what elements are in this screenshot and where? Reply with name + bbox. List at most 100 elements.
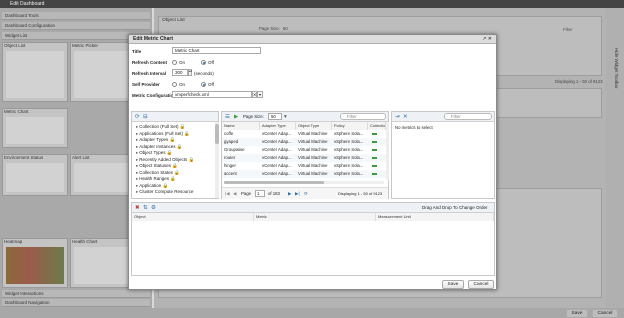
drag-drop-hint: Drag And Drop To Change Order: [422, 205, 488, 210]
lock-icon: 🔒: [179, 124, 186, 129]
collapse-all-icon[interactable]: ✕: [403, 114, 408, 120]
tree-item-label: Applications (Full Set): [139, 130, 184, 136]
collection-status-icon: [370, 154, 384, 162]
tree-item[interactable]: ▸Object Types 🔒: [136, 150, 172, 156]
cell-policy: vSphere Sola...: [334, 147, 364, 152]
cell-adapter-type: vCenter Adap...: [262, 131, 292, 136]
refresh-icon[interactable]: ⟳: [304, 191, 308, 197]
title-label: Title: [132, 49, 142, 54]
refresh-icon[interactable]: ⟳: [135, 114, 140, 120]
widget-metric-chart[interactable]: Metric Chart: [2, 108, 68, 148]
table-row[interactable]: hinger vCenter Adap... Virtual Machine v…: [222, 162, 386, 170]
selected-col-measurement-unit[interactable]: Measurement Unit: [376, 213, 494, 221]
background-displaying: Displaying 1 - 50 of 9123: [555, 79, 603, 84]
chevron-down-icon[interactable]: ▾: [257, 91, 263, 98]
tree-item[interactable]: ▸Application 🔒: [136, 183, 168, 189]
collection-status-icon: [370, 138, 384, 146]
section-dashboard-configuration[interactable]: Dashboard Configuration: [2, 22, 150, 30]
tree-item[interactable]: ▸Applications (Full Set) 🔒: [136, 131, 190, 137]
table-row[interactable]: router vCenter Adap... Virtual Machine v…: [222, 154, 386, 162]
object-tree-pane: ⟳ ⊟ ▸Collection (Full Set) 🔒 ▸Applicatio…: [131, 111, 219, 199]
save-button[interactable]: Save: [442, 280, 464, 289]
cell-name: accent: [224, 171, 237, 176]
filter-icon[interactable]: ▶: [234, 114, 238, 120]
section-dashboard-tools[interactable]: Dashboard Tools: [2, 12, 150, 20]
grid-scrollbar[interactable]: [386, 122, 389, 180]
tree-item[interactable]: ▸Object Statuses 🔒: [136, 163, 178, 169]
grid-col-object-type[interactable]: Object Type: [296, 122, 332, 130]
selected-col-metric[interactable]: Metric: [254, 213, 376, 221]
table-row[interactable]: coffe vCenter Adap... Virtual Machine vS…: [222, 130, 386, 138]
first-page-icon[interactable]: |◀: [225, 191, 230, 197]
list-icon[interactable]: ☰: [225, 114, 230, 120]
tree-item[interactable]: ▸Adapter Types 🔒: [136, 137, 175, 143]
tree-item[interactable]: ▸Health Ranges 🔒: [136, 176, 176, 182]
refresh-interval-unit: (seconds): [194, 71, 214, 76]
tree-item-label: Collection (Full Set): [139, 124, 179, 129]
table-row[interactable]: accent vCenter Adap... Virtual Machine v…: [222, 170, 386, 178]
title-input[interactable]: Metric Chart: [172, 47, 261, 54]
tree-item[interactable]: ▸Cluster Compute Resource: [136, 189, 194, 195]
grid-col-policy[interactable]: Policy: [332, 122, 368, 130]
no-metrics-message: No metrics to select: [395, 125, 433, 130]
cell-name: Groupwise: [224, 147, 245, 152]
section-dashboard-navigation[interactable]: Dashboard Navigation: [2, 299, 150, 307]
tree-item[interactable]: ▸Recently Added Objects 🔒: [136, 157, 194, 163]
tree-item[interactable]: ▸Collection (Full Set) 🔒: [136, 124, 185, 130]
widget-caption: Object List: [4, 43, 26, 48]
widget-health-chart[interactable]: Health Chart: [70, 238, 136, 288]
widget-environment-status[interactable]: Environment Status: [2, 154, 68, 196]
selected-col-object[interactable]: Object: [132, 213, 254, 221]
widget-heatmap[interactable]: Heatmap: [2, 238, 68, 288]
tree-item[interactable]: ▸Collection States 🔒: [136, 170, 180, 176]
settings-icon[interactable]: ⚙: [151, 205, 156, 211]
page-input[interactable]: 1: [255, 190, 265, 197]
footer-cancel-button[interactable]: Cancel: [592, 309, 618, 318]
grid-filter-input[interactable]: Filter: [340, 113, 386, 120]
table-row[interactable]: Groupwise vCenter Adap... Virtual Machin…: [222, 146, 386, 154]
refresh-interval-input[interactable]: 300: [172, 69, 188, 76]
grid-col-name[interactable]: Name: [222, 122, 260, 130]
self-provider-off-label: Off: [208, 82, 214, 87]
refresh-content-off-radio[interactable]: [201, 60, 206, 65]
widget-alert-list[interactable]: Alert List: [70, 154, 136, 196]
remove-icon[interactable]: ✖: [135, 205, 140, 211]
cell-object-type: Virtual Machine: [298, 139, 328, 144]
collapse-icon[interactable]: ⊟: [143, 114, 148, 120]
table-row[interactable]: gyaped vCenter Adap... Virtual Machine v…: [222, 138, 386, 146]
page-label: Page: [241, 191, 252, 196]
tree-scrollbar[interactable]: [215, 122, 219, 198]
collection-status-icon: [370, 130, 384, 138]
chevron-down-icon[interactable]: ▾: [284, 114, 287, 120]
grid-hscrollbar[interactable]: [224, 181, 384, 184]
grid-page-size-select[interactable]: 50: [268, 113, 282, 120]
move-icon[interactable]: ⇅: [143, 205, 148, 211]
footer-save-button[interactable]: Save: [566, 309, 588, 318]
section-widget-interactions[interactable]: Widget Interactions: [2, 290, 150, 298]
metric-configuration-select[interactable]: vmperfcheck.xml: [172, 91, 252, 98]
grid-col-collection-state[interactable]: Collection S: [368, 122, 386, 130]
expand-icon[interactable]: ⇥: [395, 114, 400, 120]
cell-object-type: Virtual Machine: [298, 147, 328, 152]
lock-icon: 🔒: [172, 163, 178, 168]
metrics-filter-input[interactable]: Filter: [444, 113, 492, 120]
widget-caption: Environment Status: [4, 155, 44, 160]
refresh-interval-spinner[interactable]: ▴▾: [188, 69, 192, 76]
next-page-icon[interactable]: ▶: [288, 191, 291, 197]
pin-icon[interactable]: ↗: [482, 36, 486, 42]
grid-col-adapter-type[interactable]: Adapter Type: [260, 122, 296, 130]
self-provider-off-radio[interactable]: [201, 82, 206, 87]
close-icon[interactable]: ✕: [488, 36, 492, 42]
dialog-controls: ↗ ✕: [482, 36, 492, 42]
self-provider-on-radio[interactable]: [172, 82, 177, 87]
cell-adapter-type: vCenter Adap...: [262, 163, 292, 168]
last-page-icon[interactable]: ▶|: [295, 191, 300, 197]
refresh-content-on-radio[interactable]: [172, 60, 177, 65]
tree-item[interactable]: ▸Adapter Instances 🔒: [136, 144, 182, 150]
hide-widget-toolbar-tab[interactable]: Hide Widget Toolbar: [611, 48, 619, 128]
widget-object-list[interactable]: Object List: [2, 42, 68, 102]
cancel-button[interactable]: Cancel: [468, 280, 494, 289]
prev-page-icon[interactable]: ◀: [233, 191, 236, 197]
widget-metric-picker[interactable]: Metric Picker: [70, 42, 136, 102]
cell-policy: vSphere Sola...: [334, 155, 364, 160]
